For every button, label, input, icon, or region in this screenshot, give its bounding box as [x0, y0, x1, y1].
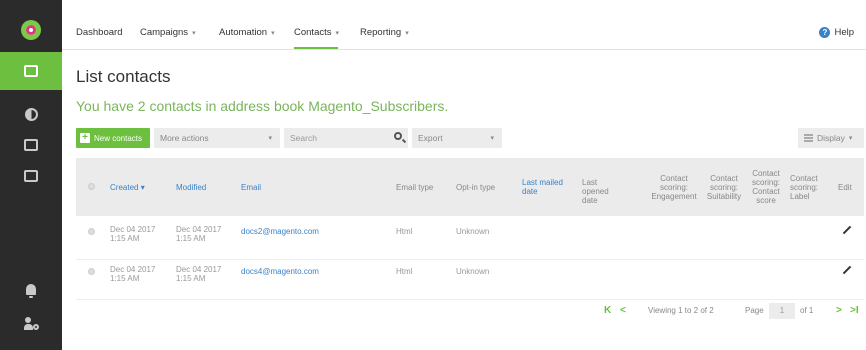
col-scoring-engagement[interactable]: Contact scoring: Engagement	[648, 174, 700, 201]
export-select[interactable]: Export ▾	[412, 128, 502, 148]
new-contacts-button[interactable]: + New contacts	[76, 128, 150, 148]
chevron-down-icon: ▾	[271, 30, 275, 37]
prev-page-button[interactable]: <	[620, 305, 626, 316]
top-navigation: Dashboard Campaigns ▾ Automation ▾ Contact…	[62, 0, 866, 50]
more-actions-select[interactable]: More actions ▾	[154, 128, 280, 148]
row-email-link[interactable]: docs4@magento.com	[241, 267, 319, 276]
sidebar-item-report[interactable]	[0, 157, 62, 195]
user-settings-icon	[24, 317, 39, 331]
chevron-down-icon: ▾	[405, 30, 409, 37]
col-scoring-score[interactable]: Contact scoring: Contact score	[748, 169, 784, 205]
chevron-down-icon: ▾	[490, 135, 494, 142]
page-subtitle: You have 2 contacts in address book Mage…	[76, 98, 449, 114]
chevron-down-icon: ▾	[335, 30, 340, 37]
page-title: List contacts	[76, 67, 171, 86]
edit-pencil-icon[interactable]	[842, 265, 852, 275]
contrast-icon	[24, 107, 38, 121]
row-created-date: Dec 04 2017	[110, 265, 156, 274]
sidebar-item-mail[interactable]	[0, 52, 62, 90]
row-modified-time: 1:15 AM	[176, 274, 206, 283]
close-box-icon	[24, 139, 38, 151]
search-placeholder: Search	[290, 133, 317, 143]
row-modified-time: 1:15 AM	[176, 234, 206, 243]
nav-reporting-label: Reporting	[360, 27, 402, 38]
report-icon	[24, 170, 38, 182]
row-optin-type: Unknown	[456, 227, 490, 236]
col-created-label: Created	[110, 183, 139, 192]
sidebar-item-user-settings[interactable]	[0, 305, 62, 343]
table-header: Created ▾ Modified Email Email type Opt-…	[76, 158, 864, 216]
edit-pencil-icon[interactable]	[842, 225, 852, 235]
row-checkbox[interactable]	[88, 268, 95, 275]
plus-icon: +	[80, 133, 90, 143]
cog-icon	[33, 324, 39, 330]
nav-automation[interactable]: Automation ▾	[219, 27, 275, 38]
table-row[interactable]: Dec 04 2017 1:15 AM Dec 04 2017 1:15 AM …	[76, 222, 864, 260]
help-link[interactable]: ? Help	[819, 27, 854, 38]
row-checkbox[interactable]	[88, 228, 95, 235]
row-email-link[interactable]: docs2@magento.com	[241, 227, 319, 236]
help-label: Help	[834, 27, 854, 38]
page-number-input[interactable]: 1	[769, 303, 795, 319]
row-optin-type: Unknown	[456, 267, 490, 276]
nav-automation-label: Automation	[219, 27, 268, 38]
row-created-time: 1:15 AM	[110, 234, 140, 243]
row-created-date: Dec 04 2017	[110, 225, 156, 234]
col-email[interactable]: Email	[241, 183, 261, 192]
select-all-checkbox[interactable]	[88, 183, 95, 190]
row-modified-date: Dec 04 2017	[176, 265, 222, 274]
next-page-button[interactable]: >	[836, 305, 842, 316]
row-modified-date: Dec 04 2017	[176, 225, 222, 234]
col-created[interactable]: Created ▾	[110, 183, 145, 192]
row-created-time: 1:15 AM	[110, 274, 140, 283]
nav-campaigns-label: Campaigns	[140, 27, 189, 38]
nav-reporting[interactable]: Reporting ▾	[360, 27, 409, 38]
chevron-down-icon: ▾	[848, 135, 853, 142]
search-icon[interactable]	[394, 132, 402, 140]
row-email-type: Html	[396, 267, 413, 276]
chevron-down-icon: ▾	[192, 30, 196, 37]
display-button[interactable]: Display ▾	[798, 128, 864, 148]
left-sidebar	[0, 0, 62, 350]
more-actions-label: More actions	[160, 133, 209, 143]
col-scoring-suitability[interactable]: Contact scoring: Suitability	[704, 174, 744, 201]
page-label: Page	[745, 306, 764, 315]
nav-active-indicator	[294, 47, 338, 49]
mail-icon	[24, 65, 38, 77]
new-contacts-label: New contacts	[94, 133, 143, 143]
nav-contacts-label: Contacts	[294, 27, 332, 38]
col-edit: Edit	[838, 183, 852, 192]
page-total: of 1	[800, 306, 814, 315]
logo-icon[interactable]	[21, 20, 41, 40]
nav-campaigns[interactable]: Campaigns ▾	[140, 27, 196, 38]
col-email-type[interactable]: Email type	[396, 183, 433, 192]
bell-icon	[26, 283, 36, 298]
col-optin-type[interactable]: Opt-in type	[456, 183, 495, 192]
col-modified[interactable]: Modified	[176, 183, 206, 192]
nav-dashboard-label: Dashboard	[76, 27, 123, 38]
nav-dashboard[interactable]: Dashboard	[76, 27, 122, 38]
viewing-range: Viewing 1 to 2 of 2	[648, 306, 714, 315]
row-email-type: Html	[396, 227, 413, 236]
first-page-button[interactable]: K	[604, 305, 611, 316]
table-row[interactable]: Dec 04 2017 1:15 AM Dec 04 2017 1:15 AM …	[76, 262, 864, 300]
sort-desc-icon: ▾	[140, 183, 145, 192]
sidebar-item-notifications[interactable]	[0, 270, 62, 308]
last-page-button[interactable]: >I	[850, 305, 859, 316]
help-icon: ?	[819, 27, 831, 38]
col-scoring-label[interactable]: Contact scoring: Label	[790, 174, 826, 201]
export-label: Export	[418, 133, 443, 143]
col-last-mailed[interactable]: Last mailed date	[522, 178, 566, 196]
list-icon	[804, 134, 813, 142]
nav-contacts[interactable]: Contacts ▾	[294, 27, 339, 38]
col-last-opened[interactable]: Last opened date	[582, 178, 626, 205]
chevron-down-icon: ▾	[268, 135, 272, 142]
search-input[interactable]: Search	[284, 128, 408, 148]
display-label: Display	[817, 133, 845, 143]
